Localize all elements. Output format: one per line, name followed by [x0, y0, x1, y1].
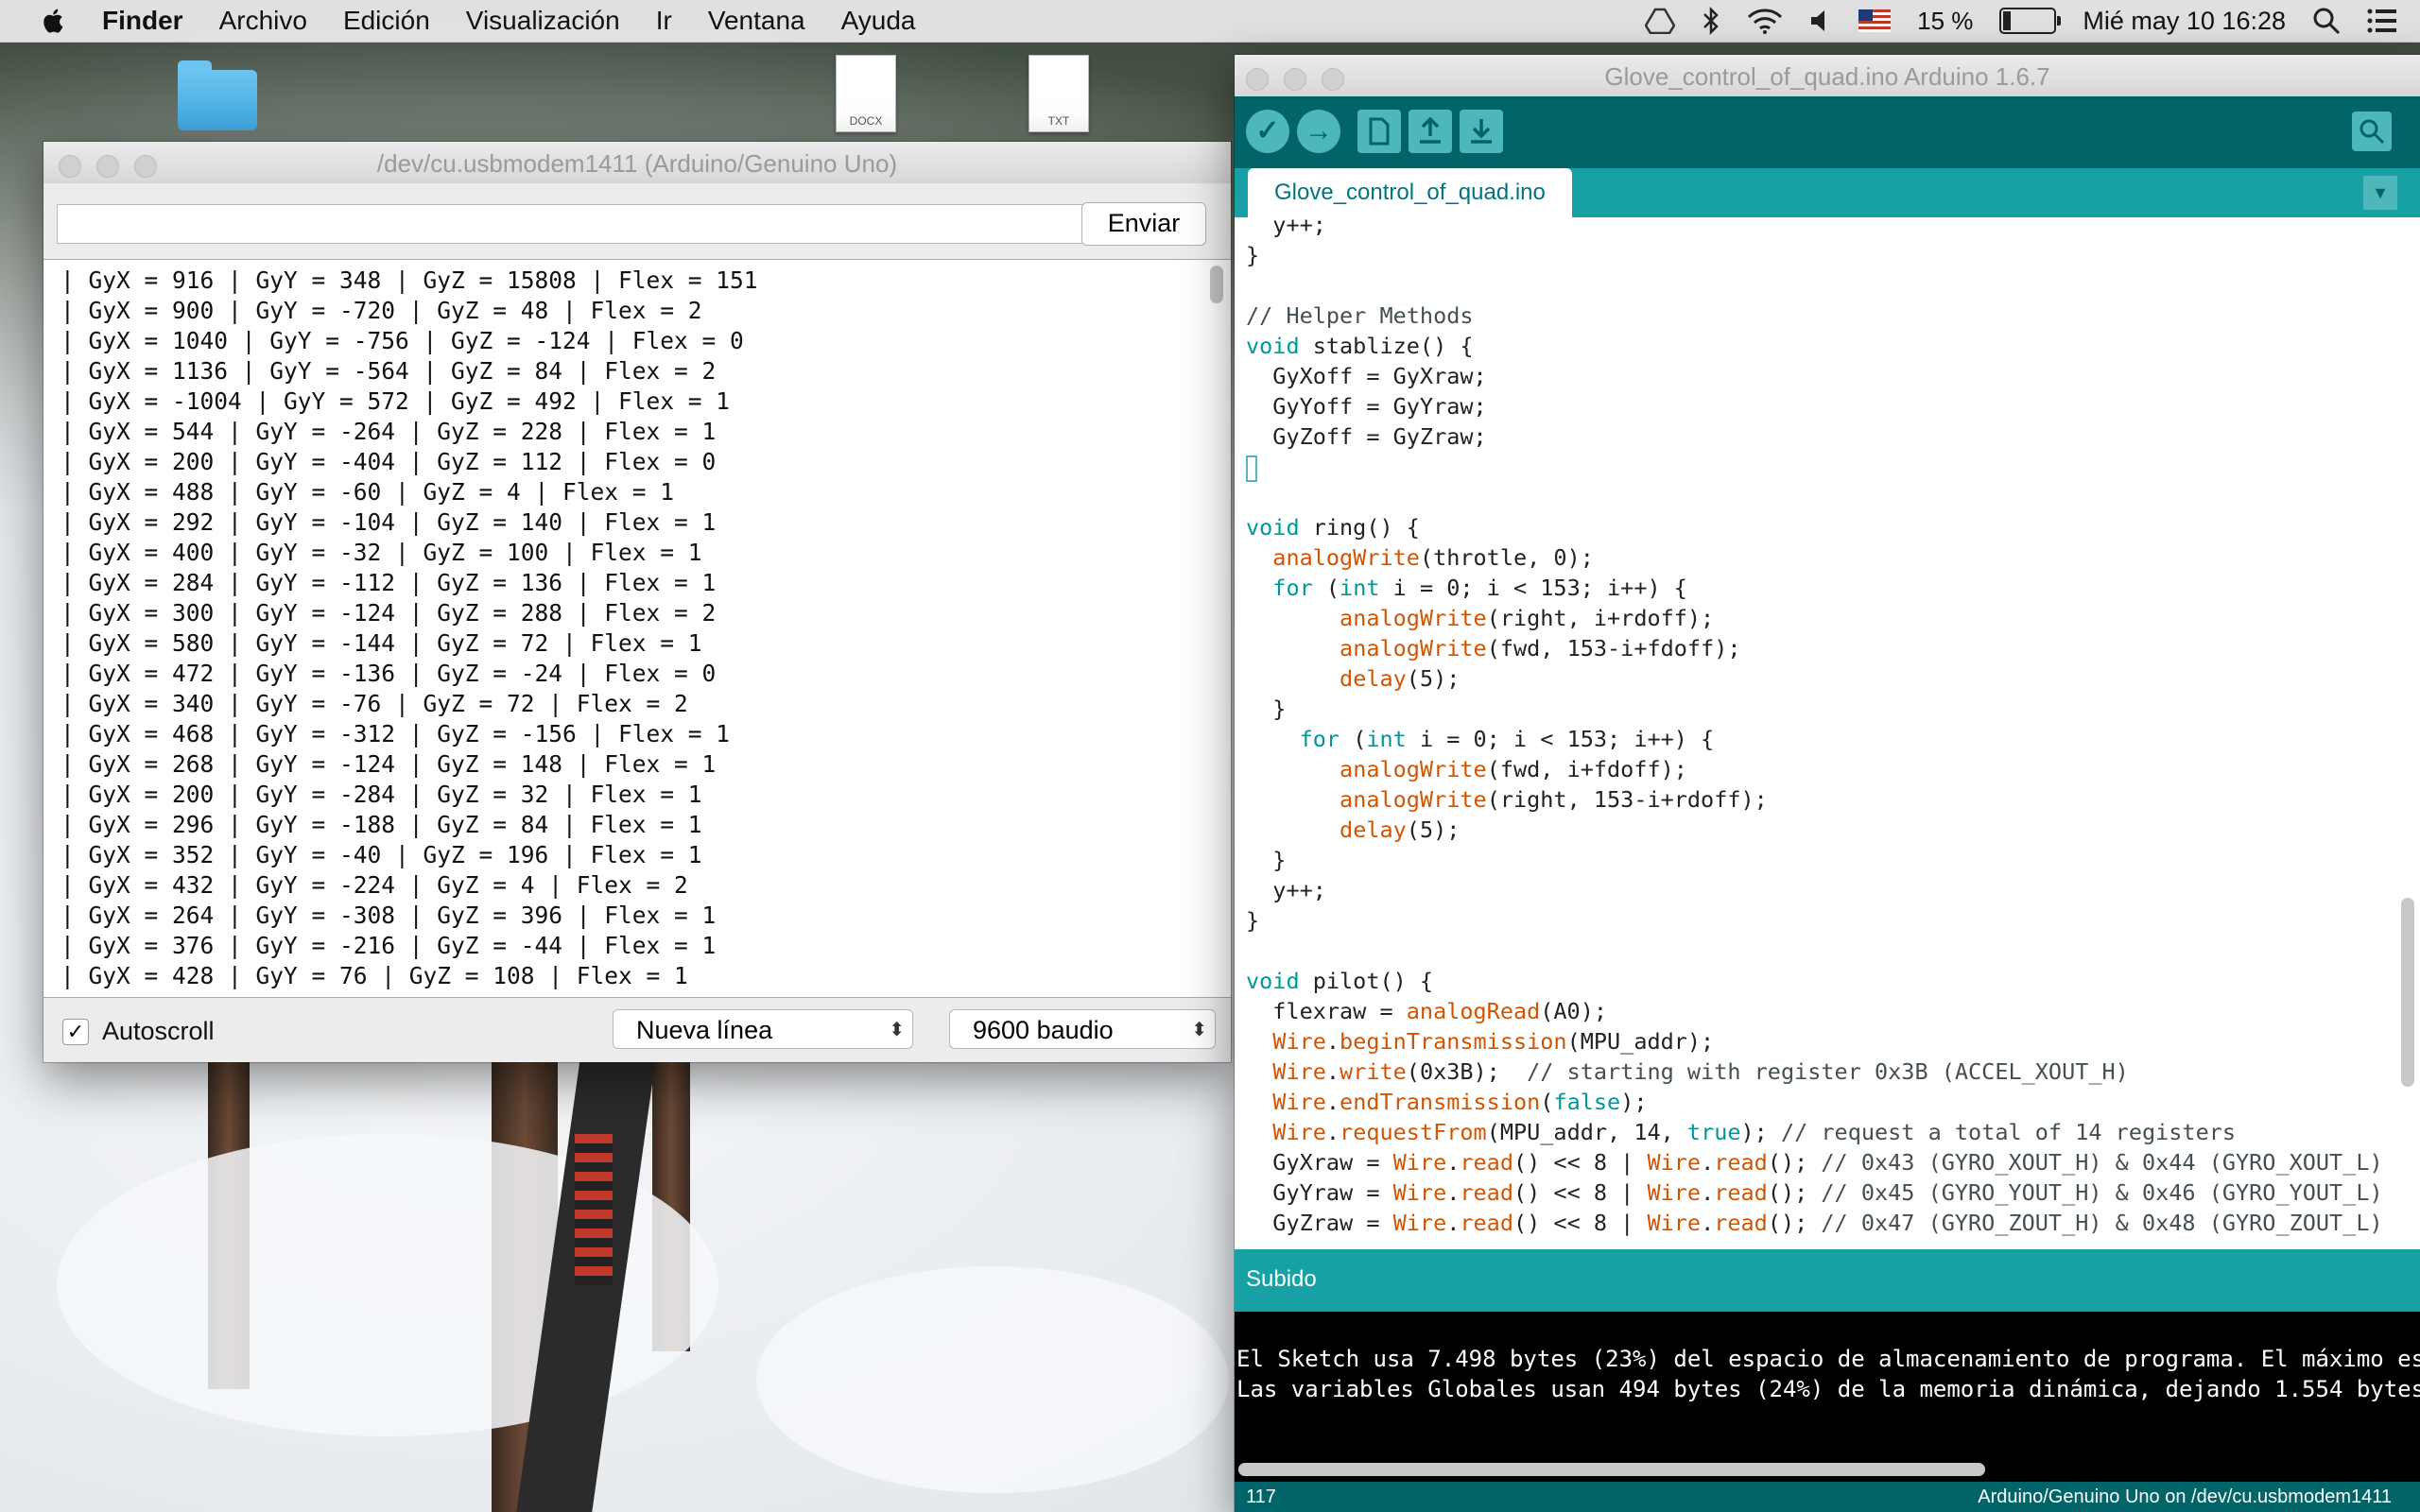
bluetooth-icon[interactable]: [1702, 7, 1720, 35]
open-arrow-icon: [1420, 116, 1441, 144]
serial-output-line: | GyX = 352 | GyY = -40 | GyZ = 196 | Fl…: [60, 841, 702, 868]
ide-titlebar[interactable]: Glove_control_of_quad.ino Arduino 1.6.7: [1235, 55, 2420, 97]
battery-level: [2003, 11, 2011, 30]
serial-output-line: | GyX = 488 | GyY = -60 | GyZ = 4 | Flex…: [60, 478, 675, 506]
us-flag-icon[interactable]: [1858, 9, 1892, 32]
google-drive-icon[interactable]: [1645, 8, 1676, 34]
console-hscrollbar[interactable]: [1238, 1463, 1985, 1476]
ide-status-bar: Subido: [1235, 1249, 2420, 1312]
line-ending-select[interactable]: Nueva línea ⬍: [613, 1009, 913, 1049]
serial-output-line: | GyX = 400 | GyY = -32 | GyZ = 100 | Fl…: [60, 539, 702, 566]
console-line: El Sketch usa 7.498 bytes (23%) del espa…: [1236, 1346, 2420, 1372]
magnifier-icon: [2360, 119, 2385, 145]
serial-output-line: | GyX = 916 | GyY = 348 | GyZ = 15808 | …: [60, 266, 758, 294]
new-sketch-button[interactable]: [1357, 110, 1401, 153]
verify-button[interactable]: ✓: [1246, 110, 1289, 153]
serial-output-line: | GyX = 264 | GyY = -308 | GyZ = 396 | F…: [60, 902, 717, 929]
serial-output-line: | GyX = 200 | GyY = -404 | GyZ = 112 | F…: [60, 448, 717, 475]
status-menus: 15 % Mié may 10 16:28: [1645, 0, 2397, 42]
status-label: Subido: [1246, 1266, 1317, 1292]
send-button[interactable]: Enviar: [1081, 202, 1206, 246]
serial-send-input[interactable]: [57, 204, 1097, 244]
serial-output-line: | GyX = 284 | GyY = -112 | GyZ = 136 | F…: [60, 569, 717, 596]
docx-label: DOCX: [849, 114, 883, 128]
text-caret: [1246, 455, 1257, 482]
menu-ventana[interactable]: Ventana: [708, 6, 805, 36]
open-button[interactable]: [1409, 110, 1452, 153]
serial-output-line: | GyX = 200 | GyY = -284 | GyZ = 32 | Fl…: [60, 781, 702, 808]
serial-output-line: | GyX = 292 | GyY = -104 | GyZ = 140 | F…: [60, 508, 717, 536]
serial-monitor-window: /dev/cu.usbmodem1411 (Arduino/Genuino Un…: [43, 142, 1231, 1062]
ide-window-title: Glove_control_of_quad.ino Arduino 1.6.7: [1604, 62, 2050, 91]
line-number: 117: [1246, 1486, 1276, 1507]
arduino-ide-window: Glove_control_of_quad.ino Arduino 1.6.7 …: [1235, 55, 2420, 1512]
new-file-icon: [1369, 117, 1390, 146]
txt-file-icon: TXT: [1028, 55, 1089, 132]
serial-output-line: | GyX = 468 | GyY = -312 | GyZ = -156 | …: [60, 720, 731, 747]
apple-icon[interactable]: [40, 7, 64, 35]
serial-output-line: | GyX = 432 | GyY = -224 | GyZ = 4 | Fle…: [60, 871, 688, 899]
menu-ayuda[interactable]: Ayuda: [841, 6, 916, 36]
code-editor[interactable]: y++; } // Helper Methods void stablize()…: [1235, 217, 2420, 1297]
serial-output-line: | GyX = 340 | GyY = -76 | GyZ = 72 | Fle…: [60, 690, 688, 717]
battery-icon[interactable]: [1999, 8, 2062, 34]
save-arrow-icon: [1471, 119, 1492, 144]
serial-output-line: | GyX = 300 | GyY = -124 | GyZ = 288 | F…: [60, 599, 717, 627]
menu-ir[interactable]: Ir: [656, 6, 672, 36]
menu-finder[interactable]: Finder: [102, 6, 183, 36]
tab-sketch[interactable]: Glove_control_of_quad.ino: [1248, 168, 1572, 217]
wifi-icon[interactable]: [1747, 8, 1783, 34]
board-port-label: Arduino/Genuino Uno on /dev/cu.usbmodem1…: [1978, 1486, 2392, 1507]
menu-edicion[interactable]: Edición: [343, 6, 430, 36]
ide-footer: 117 Arduino/Genuino Uno on /dev/cu.usbmo…: [1235, 1482, 2420, 1512]
save-button[interactable]: [1460, 110, 1503, 153]
menu-archivo[interactable]: Archivo: [219, 6, 307, 36]
line-ending-value: Nueva línea: [636, 1016, 773, 1044]
baud-rate-select[interactable]: 9600 baudio ⬍: [949, 1009, 1216, 1049]
select-arrows-icon: ⬍: [1191, 1020, 1207, 1040]
serial-titlebar[interactable]: /dev/cu.usbmodem1411 (Arduino/Genuino Un…: [43, 142, 1231, 184]
menu-visualizacion[interactable]: Visualización: [466, 6, 620, 36]
serial-output-line: | GyX = 268 | GyY = -124 | GyZ = 148 | F…: [60, 750, 717, 778]
ide-console[interactable]: El Sketch usa 7.498 bytes (23%) del espa…: [1235, 1312, 2420, 1482]
docx-file-icon: DOCX: [836, 55, 896, 132]
autoscroll-label: Autoscroll: [102, 1017, 215, 1045]
serial-monitor-button[interactable]: [2352, 112, 2392, 151]
spotlight-search-icon[interactable]: [2312, 7, 2341, 35]
serial-output[interactable]: | GyX = 916 | GyY = 348 | GyZ = 15808 | …: [43, 259, 1231, 998]
serial-send-row: Enviar: [43, 183, 1231, 268]
txt-label: TXT: [1047, 114, 1070, 128]
serial-output-line: | GyX = 1040 | GyY = -756 | GyZ = -124 |…: [60, 327, 744, 354]
console-line: Las variables Globales usan 494 bytes (2…: [1236, 1376, 2420, 1402]
serial-output-line: | GyX = 472 | GyY = -136 | GyZ = -24 | F…: [60, 660, 717, 687]
serial-output-line: | GyX = 1136 | GyY = -564 | GyZ = 84 | F…: [60, 357, 717, 385]
ide-tab-bar: Glove_control_of_quad.ino ▼: [1235, 168, 2420, 217]
menu-bar: Finder Archivo Edición Visualización Ir …: [0, 0, 2420, 43]
select-arrows-icon: ⬍: [889, 1020, 905, 1040]
serial-scrollbar[interactable]: [1210, 266, 1223, 303]
serial-output-line: | GyX = -1004 | GyY = 572 | GyZ = 492 | …: [60, 387, 731, 415]
serial-window-title: /dev/cu.usbmodem1411 (Arduino/Genuino Un…: [376, 149, 898, 178]
upload-button[interactable]: →: [1297, 110, 1340, 153]
serial-options-row: ✓ Autoscroll Nueva línea ⬍ 9600 baudio ⬍: [43, 996, 1231, 1062]
baud-rate-value: 9600 baudio: [973, 1016, 1114, 1044]
tab-menu-button[interactable]: ▼: [2363, 176, 2397, 210]
volume-icon[interactable]: [1809, 9, 1832, 33]
autoscroll-checkbox[interactable]: ✓: [62, 1019, 89, 1045]
serial-output-lines: | GyX = 916 | GyY = 348 | GyZ = 15808 | …: [60, 266, 758, 991]
serial-output-line: | GyX = 544 | GyY = -264 | GyZ = 228 | F…: [60, 418, 717, 445]
editor-scrollbar[interactable]: [2401, 898, 2414, 1087]
serial-output-line: | GyX = 296 | GyY = -188 | GyZ = 84 | Fl…: [60, 811, 702, 838]
code-text: y++; } // Helper Methods void stablize()…: [1246, 217, 2383, 1236]
console-text: El Sketch usa 7.498 bytes (23%) del espa…: [1236, 1344, 2420, 1404]
serial-output-line: | GyX = 900 | GyY = -720 | GyZ = 48 | Fl…: [60, 297, 702, 324]
clock[interactable]: Mié may 10 16:28: [2083, 7, 2286, 36]
serial-output-line: | GyX = 580 | GyY = -144 | GyZ = 72 | Fl…: [60, 629, 702, 657]
battery-percent: 15 %: [1917, 6, 1974, 35]
folder-icon: [178, 60, 257, 130]
notification-center-icon[interactable]: [2367, 9, 2397, 33]
serial-output-line: | GyX = 428 | GyY = 76 | GyZ = 108 | Fle…: [60, 962, 688, 989]
serial-output-line: | GyX = 376 | GyY = -216 | GyZ = -44 | F…: [60, 932, 717, 959]
